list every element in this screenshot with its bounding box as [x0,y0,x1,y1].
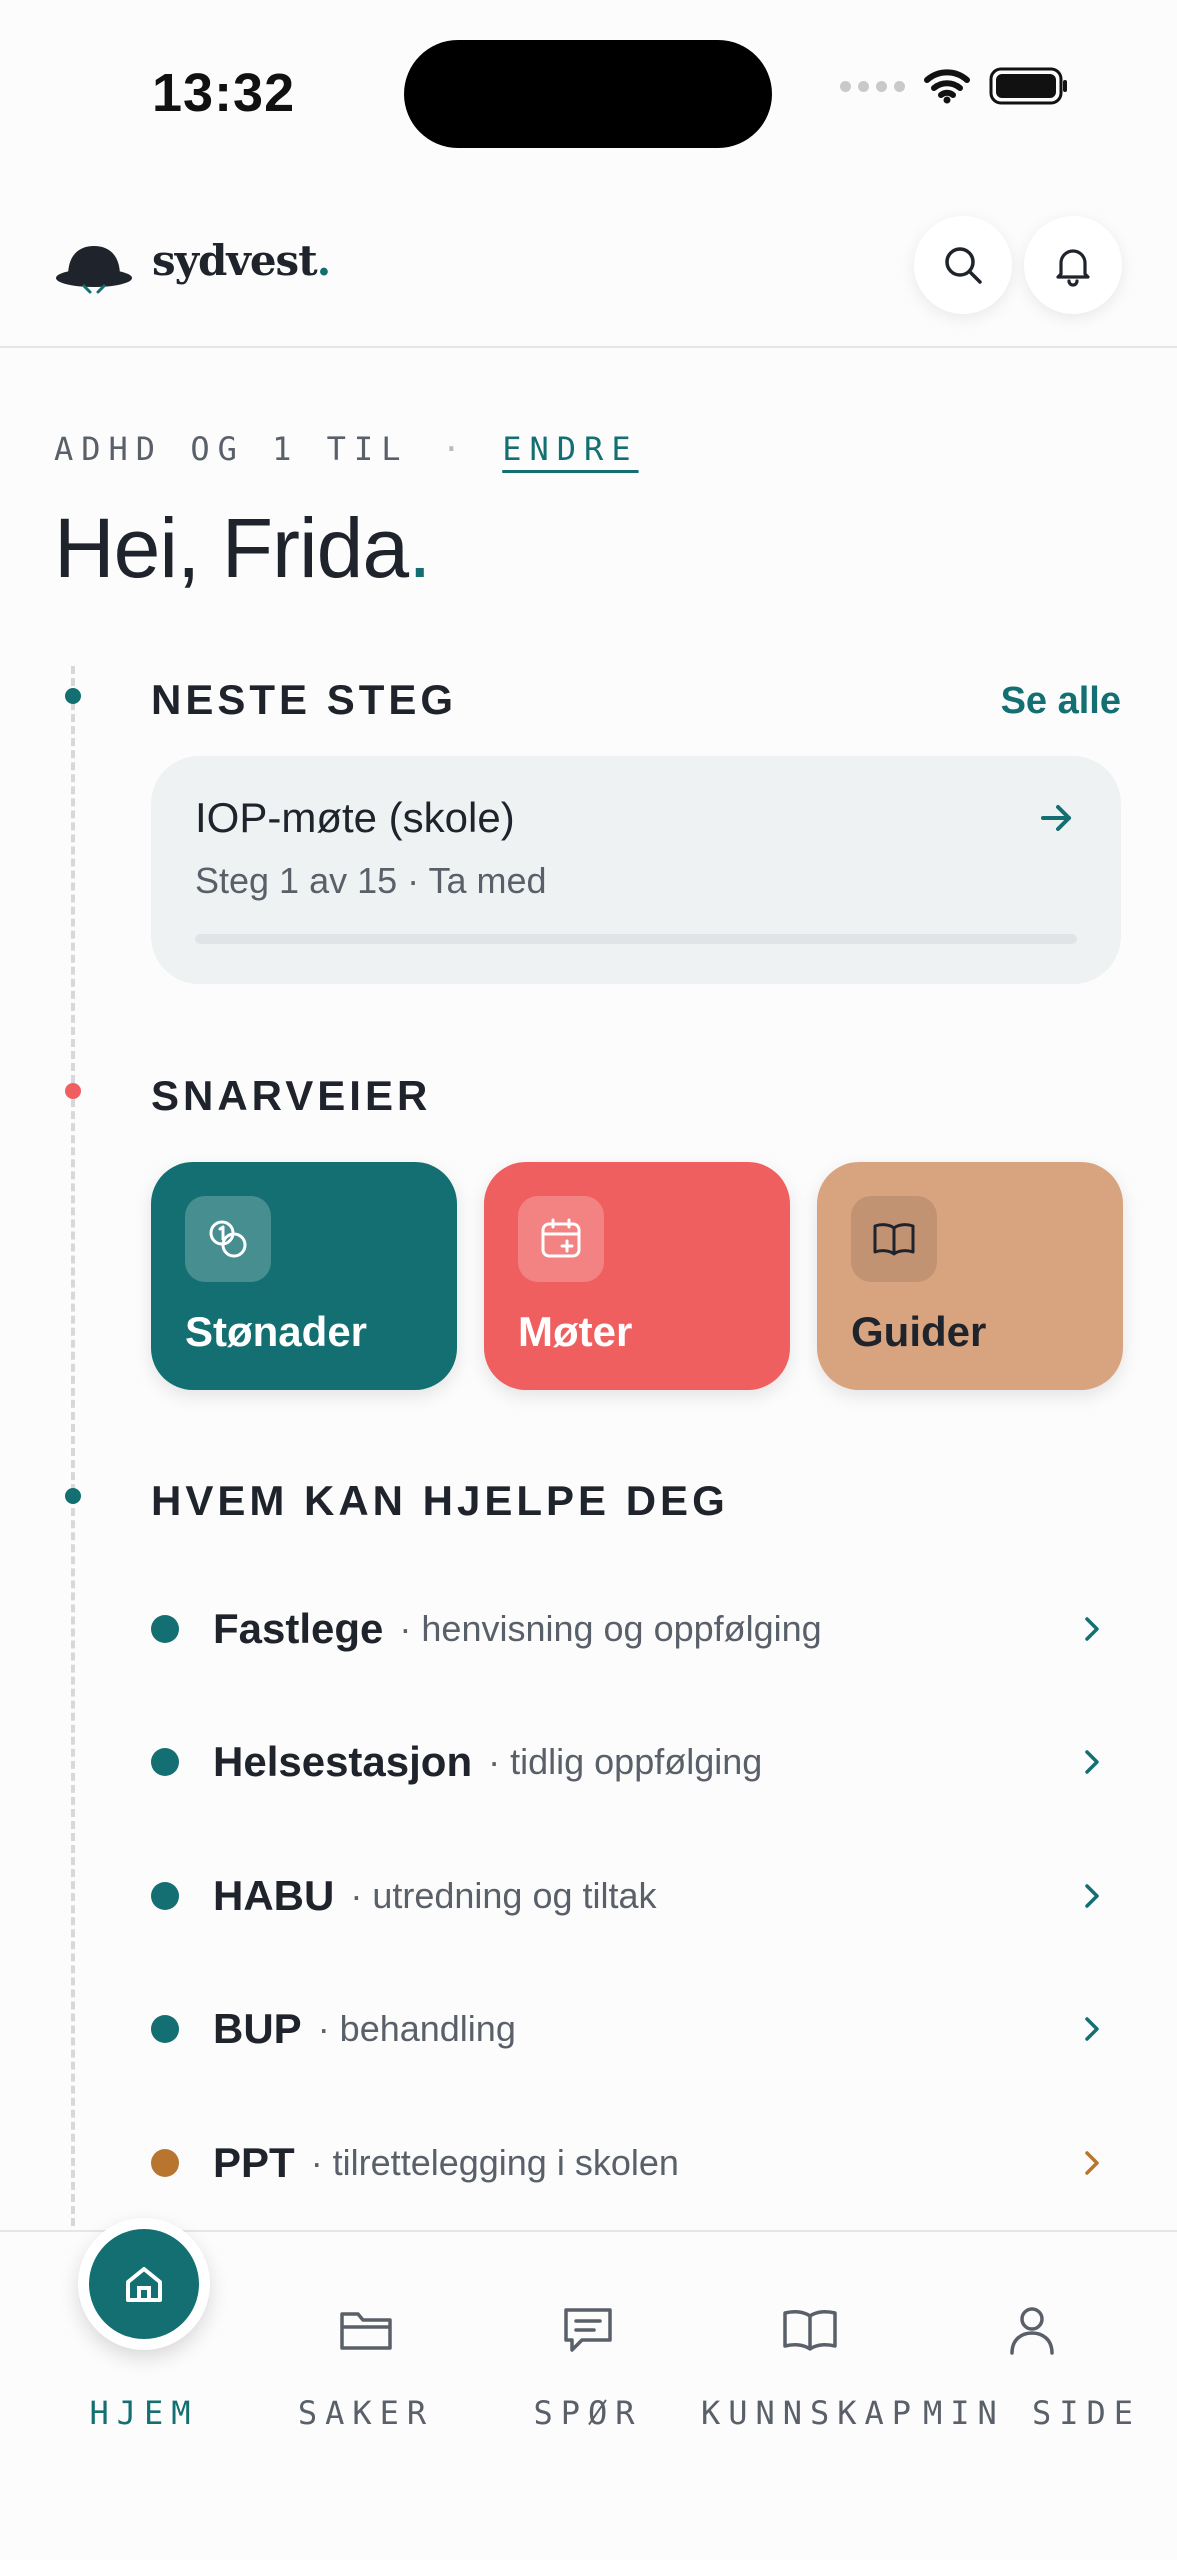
status-dot [151,1882,179,1910]
timeline-dot [65,1083,81,1099]
book-icon [700,2290,920,2370]
help-item-helsestasjon[interactable]: Helsestasjon · tidlig oppfølging [151,1717,1121,1807]
chevron-right-icon [1085,2017,1099,2041]
folder-icon [256,2290,476,2370]
help-item-desc: · behandling [317,2008,516,2049]
home-icon [89,2229,199,2339]
next-step-card[interactable]: IOP-møte (skole) Steg 1 av 15 · Ta med [151,756,1121,984]
help-item-habu[interactable]: HABU · utredning og tiltak [151,1851,1121,1941]
chat-icon [478,2290,698,2370]
nav-label-spor[interactable]: SPØR [478,2394,698,2432]
context-line: ADHD OG 1 TIL · ENDRE [54,430,639,468]
see-all-link[interactable]: Se alle [1001,680,1121,723]
step-progress-bar [195,934,1077,944]
help-item-bup[interactable]: BUP · behandling [151,1984,1121,2074]
logo-text: sydvest. [152,236,331,285]
user-icon [922,2290,1142,2370]
chevron-right-icon [1085,2151,1099,2175]
battery-icon [989,67,1067,105]
nav-min-side[interactable] [922,2290,1142,2370]
help-item-name: PPT [213,2139,295,2186]
nav-label-min-side[interactable]: MIN SIDE [922,2394,1142,2432]
shortcut-stonader[interactable]: Stønader [151,1162,457,1390]
nav-label-kunnskap[interactable]: KUNNSKAP [700,2394,920,2432]
context-separator: · [441,430,469,468]
status-dot [151,2149,179,2177]
timeline-dot [65,688,81,704]
timeline-dot [65,1488,81,1504]
status-bar: 13:32 [0,0,1177,190]
help-item-name: Fastlege [213,1605,384,1652]
app-header: sydvest. [0,190,1177,348]
nav-label-saker[interactable]: SAKER [256,2394,476,2432]
status-dot [151,2015,179,2043]
shortcut-label: Møter [518,1308,633,1355]
help-item-desc: · utredning og tiltak [350,1875,657,1916]
step-title: IOP-møte (skole) [195,794,515,841]
chevron-right-icon [1085,1884,1099,1908]
change-context-link[interactable]: ENDRE [502,430,638,468]
cellular-signal-icon [840,80,905,92]
dynamic-island [404,40,772,148]
help-title: HVEM KAN HJELPE DEG [151,1477,729,1524]
notifications-button[interactable] [1024,216,1122,314]
calendar-plus-icon [518,1196,604,1282]
context-label: ADHD OG 1 TIL [54,430,409,468]
arrow-right-icon [1041,805,1071,831]
help-item-fastlege[interactable]: Fastlege · henvisning og oppfølging [151,1584,1121,1674]
shortcut-label: Stønader [185,1308,368,1355]
nav-saker[interactable] [256,2290,476,2370]
logo-icon [56,246,132,294]
timeline-line [71,666,75,2226]
help-item-desc: · tilrettelegging i skolen [310,2142,679,2183]
status-time: 13:32 [152,63,296,123]
shortcut-guider[interactable]: Guider [817,1162,1123,1390]
status-icons [840,66,1069,106]
search-icon [945,247,982,284]
wifi-icon [924,69,970,104]
help-item-name: HABU [213,1872,335,1919]
help-item-desc: · henvisning og oppfølging [399,1608,822,1649]
next-step-title: NESTE STEG [151,676,458,723]
coins-icon [185,1196,271,1282]
status-dot [151,1748,179,1776]
help-item-name: Helsestasjon [213,1738,473,1785]
shortcut-moter[interactable]: Møter [484,1162,790,1390]
step-subtitle: Steg 1 av 15 · Ta med [195,860,547,901]
nav-spor[interactable] [478,2290,698,2370]
help-item-name: BUP [213,2005,302,2052]
chevron-right-icon [1085,1750,1099,1774]
status-dot [151,1615,179,1643]
help-item-ppt[interactable]: PPT · tilrettelegging i skolen [151,2118,1121,2208]
search-button[interactable] [914,216,1012,314]
shortcut-label: Guider [851,1308,987,1355]
book-icon [851,1196,937,1282]
greeting-title: Hei, Frida. [54,501,431,595]
nav-home-button[interactable] [78,2218,210,2350]
shortcuts-title: SNARVEIER [151,1072,432,1119]
bell-icon [1056,249,1090,287]
nav-label-hjem[interactable]: HJEM [34,2394,254,2432]
nav-kunnskap[interactable] [700,2290,920,2370]
help-item-desc: · tidlig oppfølging [488,1741,763,1782]
chevron-right-icon [1085,1617,1099,1641]
